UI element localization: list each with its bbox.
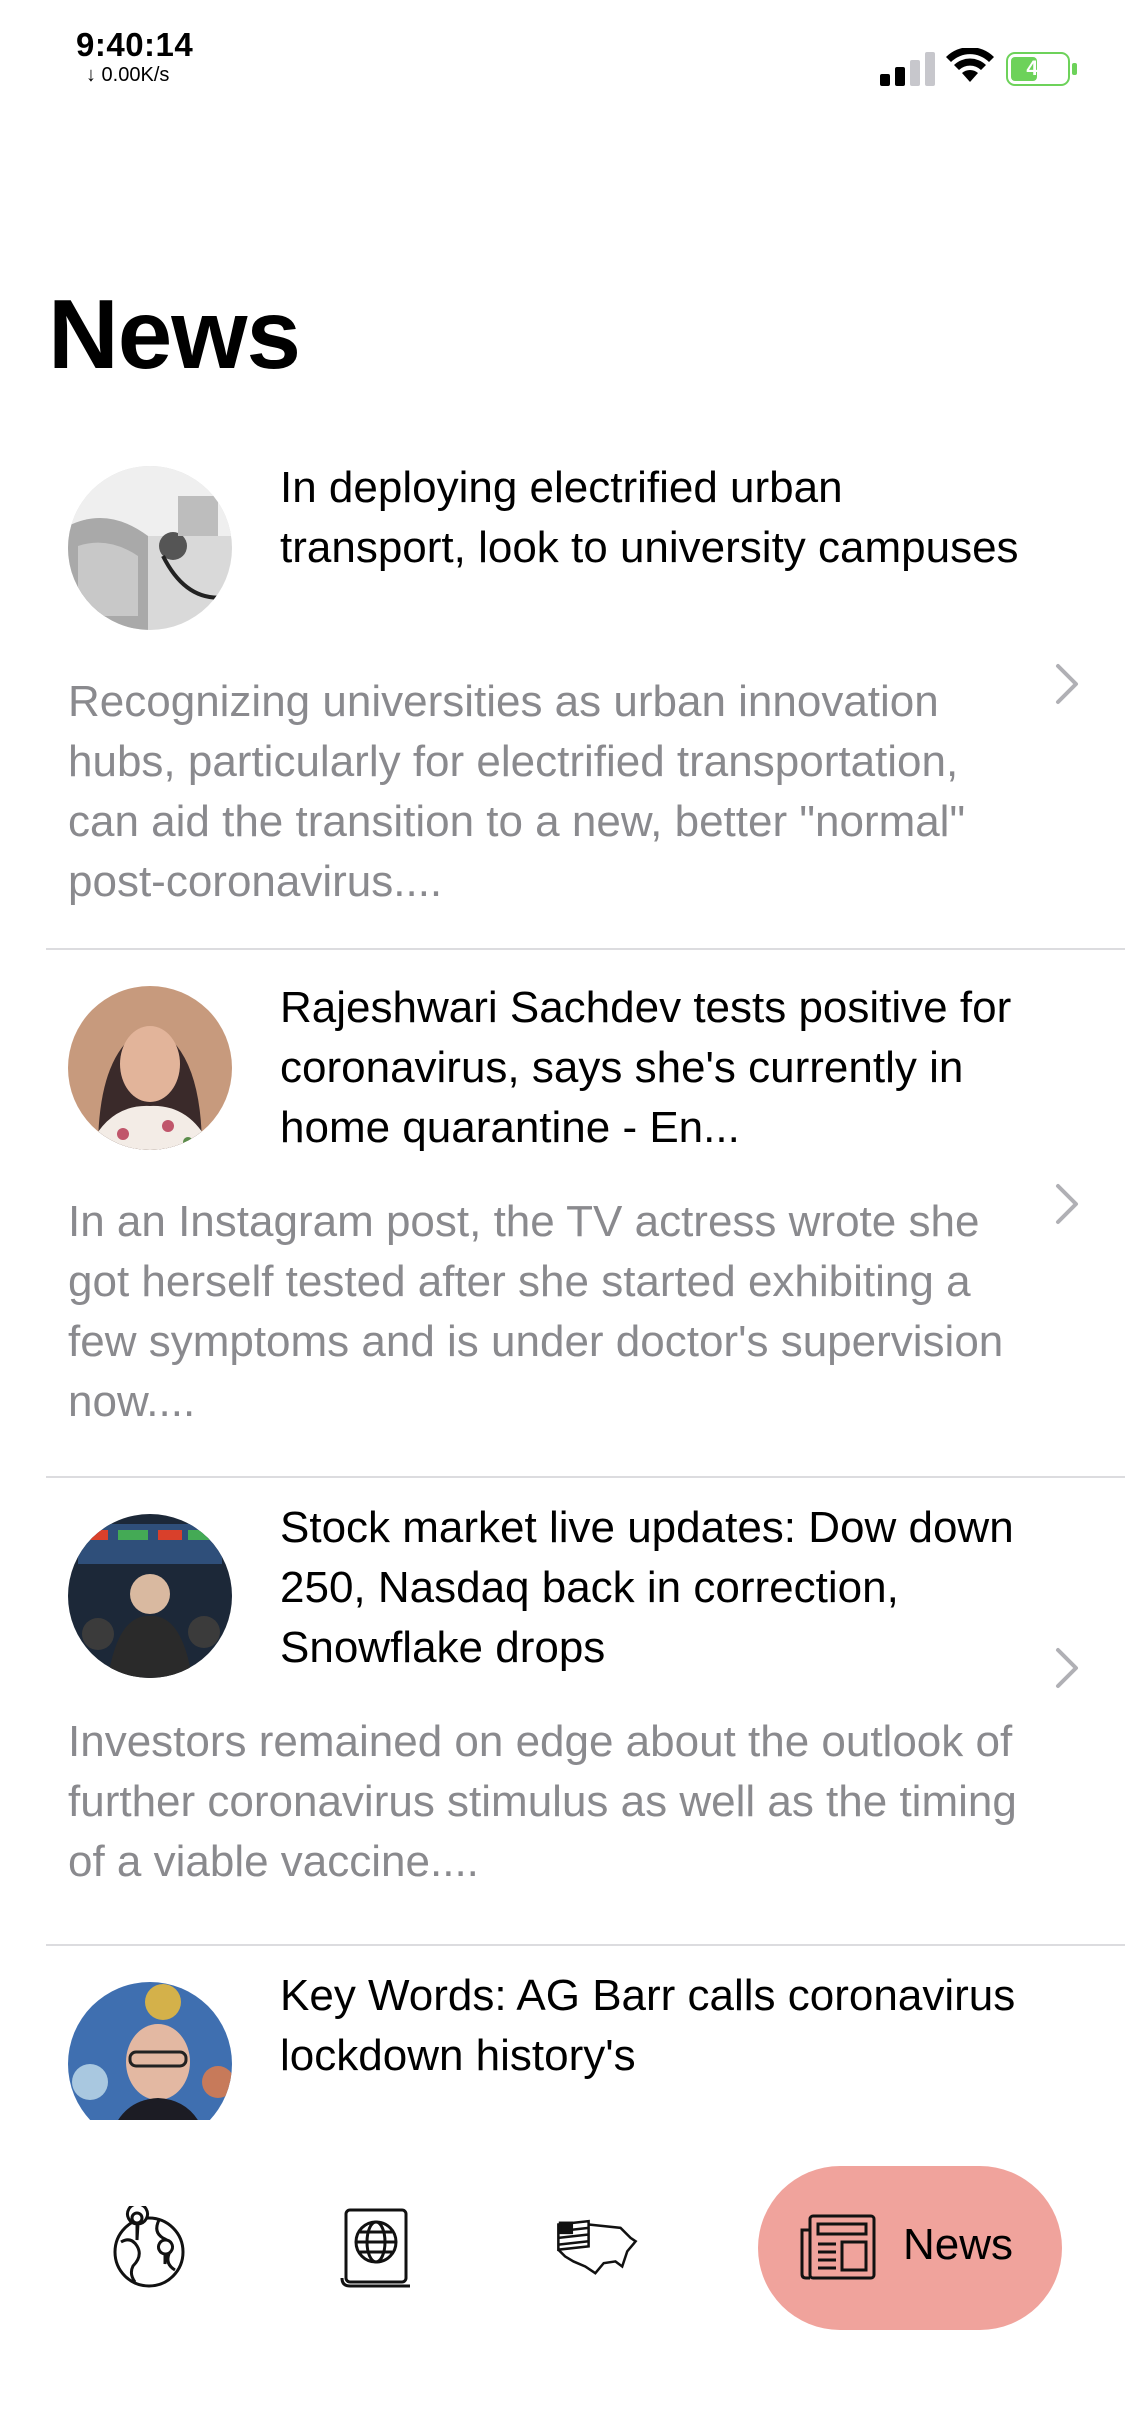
news-headline: Key Words: AG Barr calls coronavirus loc… (280, 1971, 1016, 2080)
tab-bar: News (0, 2140, 1125, 2370)
battery-icon: 41 (1006, 52, 1078, 86)
chevron-right-icon (1056, 1648, 1078, 1688)
news-summary: In an Instagram post, the TV actress wro… (68, 1197, 1004, 1426)
news-headline: In deploying electrified urban transport… (280, 463, 1019, 572)
status-bar: 9:40:14 ↓ 0.00K/s 41 (0, 0, 1125, 110)
news-thumbnail (68, 466, 232, 630)
news-thumbnail (68, 1514, 232, 1678)
tab-news-label: News (903, 2220, 1014, 2269)
page-title: News (48, 279, 301, 389)
wifi-icon (946, 48, 994, 82)
news-item[interactable]: In deploying electrified urban transport… (0, 440, 1125, 950)
news-thumbnail (68, 1982, 232, 2120)
news-item[interactable]: Rajeshwari Sachdev tests positive for co… (0, 950, 1125, 1480)
network-speed: ↓ 0.00K/s (86, 64, 170, 86)
globe-location-icon[interactable] (107, 2206, 191, 2290)
battery-level: 41 (1026, 57, 1050, 80)
status-time: 9:40:14 (76, 26, 194, 63)
news-thumbnail (68, 986, 232, 1150)
newspaper-icon (800, 2214, 876, 2280)
news-summary: Recognizing universities as urban innova… (68, 677, 966, 906)
usa-flag-map-icon[interactable] (555, 2206, 639, 2290)
cellular-signal-icon (880, 52, 935, 86)
tab-news[interactable]: News (758, 2166, 1062, 2330)
chevron-right-icon (1056, 664, 1078, 704)
news-headline: Rajeshwari Sachdev tests positive for co… (280, 983, 1012, 1152)
chevron-right-icon (1056, 1184, 1078, 1224)
news-headline: Stock market live updates: Dow down 250,… (280, 1503, 1014, 1672)
news-summary: Investors remained on edge about the out… (68, 1717, 1017, 1886)
news-item[interactable]: Key Words: AG Barr calls coronavirus loc… (0, 1946, 1125, 2120)
passport-globe-icon[interactable] (334, 2206, 418, 2290)
news-list: In deploying electrified urban transport… (0, 440, 1125, 2120)
news-item[interactable]: Stock market live updates: Dow down 250,… (0, 1478, 1125, 1948)
